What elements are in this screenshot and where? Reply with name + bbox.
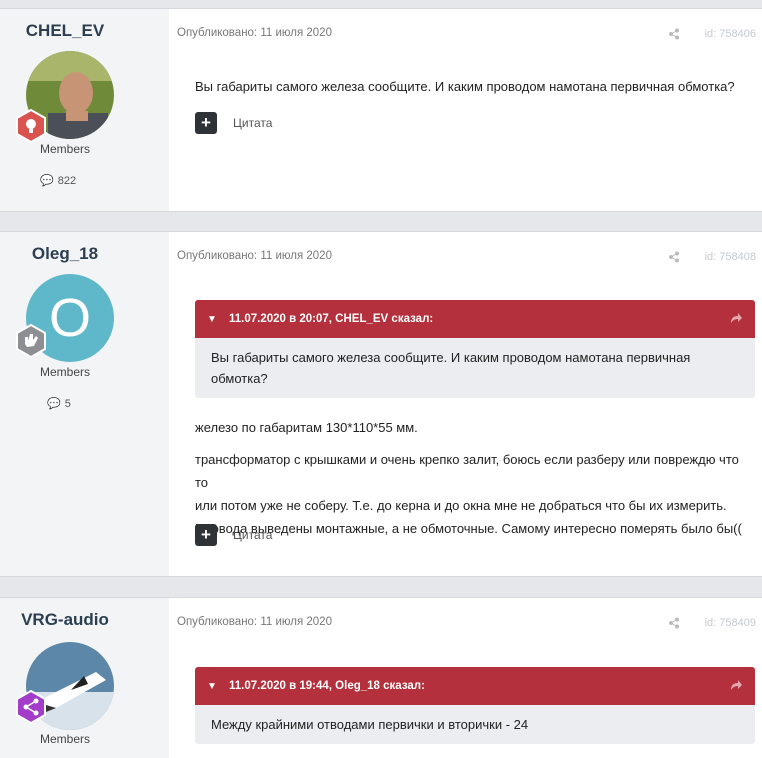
go-to-post-icon[interactable] — [729, 311, 743, 325]
post: CHEL_EV Members 💬 822 Опубликовано: 11 и… — [0, 8, 762, 212]
share-icon[interactable] — [668, 251, 680, 263]
plus-icon: + — [195, 112, 217, 134]
quote-block: ▼ 11.07.2020 в 20:07, CHEL_EV сказал: Вы… — [195, 300, 755, 398]
text-line: Вы габариты самого железа сообщите. И ка… — [195, 79, 735, 94]
rank-badge-icon — [14, 323, 48, 359]
comment-icon: 💬 — [40, 175, 54, 187]
quote-header[interactable]: ▼ 11.07.2020 в 19:44, Oleg_18 сказал: — [195, 667, 755, 705]
text-line: или потом уже не соберу. Т.е. до керна и… — [195, 498, 727, 513]
post-date[interactable]: Опубликовано: 11 июля 2020 — [177, 27, 332, 39]
post-text: железо по габаритам 130*110*55 мм. транс… — [195, 416, 754, 540]
post-count: 💬 5 — [47, 397, 71, 411]
quote-block: ▼ 11.07.2020 в 19:44, Oleg_18 сказал: Ме… — [195, 667, 755, 744]
post-count: 💬 822 — [40, 174, 77, 188]
post: VRG-audio Members Опубликовано: 11 июля … — [0, 597, 762, 758]
comment-icon: 💬 — [47, 398, 61, 410]
go-to-post-icon[interactable] — [729, 678, 743, 692]
chevron-down-icon[interactable]: ▼ — [207, 681, 221, 692]
quote-citation: 11.07.2020 в 19:44, Oleg_18 сказал: — [229, 680, 425, 692]
text-line: железо по габаритам 130*110*55 мм. — [195, 420, 418, 435]
quote-button[interactable]: + Цитата — [195, 524, 272, 546]
author-panel: VRG-audio Members — [0, 598, 169, 758]
post-id: id: 758409 — [704, 617, 756, 629]
text-line: Провода выведены монтажные, а не обмоточ… — [195, 521, 742, 536]
share-icon[interactable] — [668, 28, 680, 40]
author-name[interactable]: CHEL_EV — [0, 21, 130, 41]
quote-citation: 11.07.2020 в 20:07, CHEL_EV сказал: — [229, 313, 434, 325]
author-name[interactable]: VRG-audio — [0, 610, 130, 630]
post: Oleg_18 O Members 💬 5 Опубликовано: 11 и… — [0, 231, 762, 577]
post-date[interactable]: Опубликовано: 11 июля 2020 — [177, 250, 332, 262]
member-group: Members — [39, 365, 90, 379]
quote-button[interactable]: + Цитата — [195, 112, 272, 134]
post-date[interactable]: Опубликовано: 11 июля 2020 — [177, 616, 332, 628]
quote-label: Цитата — [233, 528, 273, 542]
member-group: Members — [39, 732, 90, 746]
text-line: трансформатор с крышками и очень крепко … — [195, 452, 739, 490]
quote-header[interactable]: ▼ 11.07.2020 в 20:07, CHEL_EV сказал: — [195, 300, 755, 338]
quote-text: Вы габариты самого железа сообщите. И ка… — [211, 350, 691, 386]
quote-label: Цитата — [233, 116, 273, 130]
author-name[interactable]: Oleg_18 — [0, 244, 130, 264]
rank-badge-icon — [14, 108, 48, 144]
post-id: id: 758406 — [704, 28, 756, 40]
post-content: Опубликовано: 11 июля 2020 id: 758409 ▼ … — [169, 598, 762, 758]
quote-text: Между крайними отводами первички и втори… — [211, 717, 529, 732]
chevron-down-icon[interactable]: ▼ — [207, 314, 221, 325]
post-id: id: 758408 — [704, 251, 756, 263]
member-group: Members — [39, 142, 90, 156]
post-content: Опубликовано: 11 июля 2020 id: 758408 ▼ … — [169, 232, 762, 576]
author-panel: Oleg_18 O Members 💬 5 — [0, 232, 169, 576]
rank-badge-icon — [14, 689, 48, 725]
post-text: Вы габариты самого железа сообщите. И ка… — [195, 75, 754, 98]
plus-icon: + — [195, 524, 217, 546]
share-icon[interactable] — [668, 617, 680, 629]
post-content: Опубликовано: 11 июля 2020 id: 758406 Вы… — [169, 9, 762, 211]
author-panel: CHEL_EV Members 💬 822 — [0, 9, 169, 211]
